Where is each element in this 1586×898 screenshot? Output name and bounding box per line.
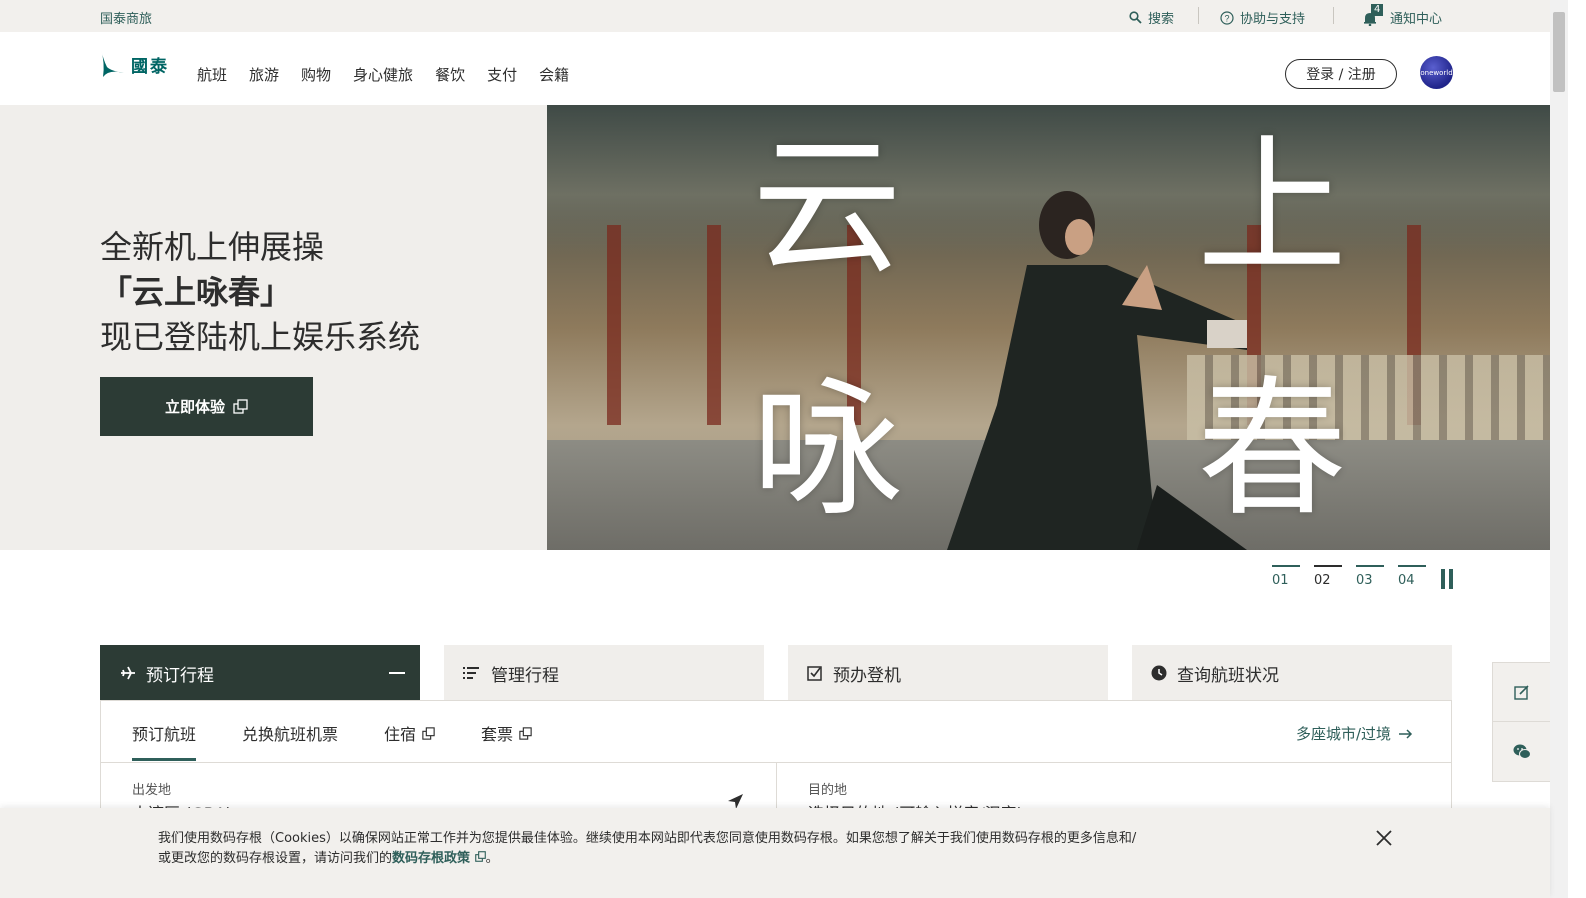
martial-artist-figure [947,191,1247,550]
hero-char-2: 上 [1197,121,1348,295]
tab-check-in-label: 预办登机 [833,665,901,686]
wechat-button[interactable] [1493,722,1551,781]
temple-pillar [707,225,721,425]
login-register-button[interactable]: 登录 / 注册 [1285,59,1397,89]
notification-count-badge: 4 [1371,3,1384,16]
hero-char-1: 云 [752,121,903,295]
hero-line-1: 全新机上伸展操 [100,228,325,266]
help-label: 协助与支持 [1240,12,1306,27]
hero-line-3: 现已登陆机上娱乐系统 [100,318,421,356]
arrow-right-icon [1399,728,1413,739]
notification-label: 通知中心 [1390,12,1443,27]
hero-char-3: 咏 [752,363,903,537]
cookie-policy-link[interactable]: 数码存根政策 [392,851,486,866]
tab-book-trip-label: 预订行程 [146,665,214,686]
cathay-logo[interactable]: 國泰 [99,49,169,79]
main-header: 國泰 航班 旅游 购物 身心健旅 餐饮 支付 会籍 登录 / 注册 onewor… [0,32,1550,105]
brushwing-logo-icon [101,49,124,77]
cookie-banner: 我们使用数码存根（Cookies）以确保网站正常工作并为您提供最佳体验。继续使用… [0,808,1550,898]
list-icon [463,667,479,679]
slide-indicator-4[interactable]: 04 [1398,565,1426,588]
nav-dining[interactable]: 餐饮 [435,64,465,85]
cathay-business-link[interactable]: 国泰商旅 [100,8,152,27]
logo-text: 國泰 [131,56,169,77]
temple-pillar [607,225,621,425]
feedback-icon [1514,685,1529,700]
nav-membership[interactable]: 会籍 [539,64,569,85]
external-link-icon [422,726,435,740]
external-link-icon [519,726,532,740]
subtab-hotels-label: 住宿 [384,725,417,744]
cookie-message: 我们使用数码存根（Cookies）以确保网站正常工作并为您提供最佳体验。继续使用… [158,829,1148,869]
subtab-packages[interactable]: 套票 [481,721,532,761]
search-icon [1129,11,1142,24]
cookie-policy-label: 数码存根政策 [392,851,471,866]
nav-wellness[interactable]: 身心健旅 [353,64,413,85]
subtab-book-flight[interactable]: 预订航班 [132,721,197,761]
plane-icon [121,666,135,680]
try-now-button[interactable]: 立即体验 [100,377,313,436]
nav-travel[interactable]: 旅游 [249,64,279,85]
scrollbar-thumb[interactable] [1553,12,1565,92]
side-actions [1492,662,1552,782]
slide-indicator-1[interactable]: 01 [1272,565,1300,588]
tab-book-trip[interactable]: 预订行程 [100,645,420,701]
carousel-indicators: 01 02 03 04 [1272,565,1426,588]
hero-line-2: 「云上咏春」 [100,273,293,311]
booking-subtabs: 预订航班 兑换航班机票 住宿 套票 [132,721,532,761]
slide-indicator-3[interactable]: 03 [1356,565,1384,588]
cookie-text-end: 。 [485,851,499,866]
oneworld-logo[interactable]: oneworld [1420,56,1453,89]
tab-manage-trip[interactable]: 管理行程 [444,645,764,701]
svg-text:?: ? [1224,13,1229,23]
help-icon: ? [1220,10,1234,25]
multi-city-label: 多座城市/过境 [1296,725,1392,743]
subtab-redeem-award-label: 兑换航班机票 [242,725,339,744]
feedback-button[interactable] [1493,663,1551,722]
nav-flights[interactable]: 航班 [197,64,227,85]
utility-bar: 国泰商旅 搜索 ? 协助与支持 4 通知中心 [0,0,1568,32]
pause-icon[interactable] [1440,569,1454,589]
divider [1333,7,1334,24]
close-icon[interactable] [1374,828,1394,848]
notification-center-link[interactable]: 4 通知中心 [1362,3,1443,27]
external-link-icon [474,851,486,862]
tab-manage-trip-label: 管理行程 [491,665,559,686]
search-label: 搜索 [1148,12,1175,27]
main-nav: 航班 旅游 购物 身心健旅 餐饮 支付 会籍 [197,64,569,85]
hero-char-4: 春 [1197,363,1348,537]
hero-image: 云 上 咏 春 [547,105,1551,550]
subtab-hotels[interactable]: 住宿 [384,721,435,761]
help-link[interactable]: ? 协助与支持 [1220,8,1305,27]
slide-indicator-2[interactable]: 02 [1314,565,1342,588]
divider [1198,7,1199,24]
origin-label: 出发地 [132,783,172,798]
multi-city-link[interactable]: 多座城市/过境 [1296,723,1413,744]
cookie-text: 我们使用数码存根（Cookies）以确保网站正常工作并为您提供最佳体验。继续使用… [158,831,1137,866]
external-link-icon [233,399,248,414]
destination-label: 目的地 [808,783,848,798]
subtab-book-flight-label: 预订航班 [132,725,197,744]
try-now-label: 立即体验 [164,398,225,416]
tab-check-in[interactable]: 预办登机 [788,645,1108,701]
tab-flight-status[interactable]: 查询航班状况 [1132,645,1452,701]
clock-icon [1151,665,1167,681]
subtab-packages-label: 套票 [481,725,514,744]
subtab-redeem-award[interactable]: 兑换航班机票 [242,721,338,761]
nav-payment[interactable]: 支付 [487,64,517,85]
tab-flight-status-label: 查询航班状况 [1177,665,1279,686]
checkbox-icon [807,666,822,681]
wechat-icon [1513,744,1531,759]
page-scrollbar[interactable] [1550,0,1568,898]
collapse-icon[interactable] [389,672,405,674]
hero-headline: 全新机上伸展操 「云上咏春」 现已登陆机上娱乐系统 [100,225,420,360]
search-link[interactable]: 搜索 [1129,8,1174,27]
nav-shopping[interactable]: 购物 [301,64,331,85]
